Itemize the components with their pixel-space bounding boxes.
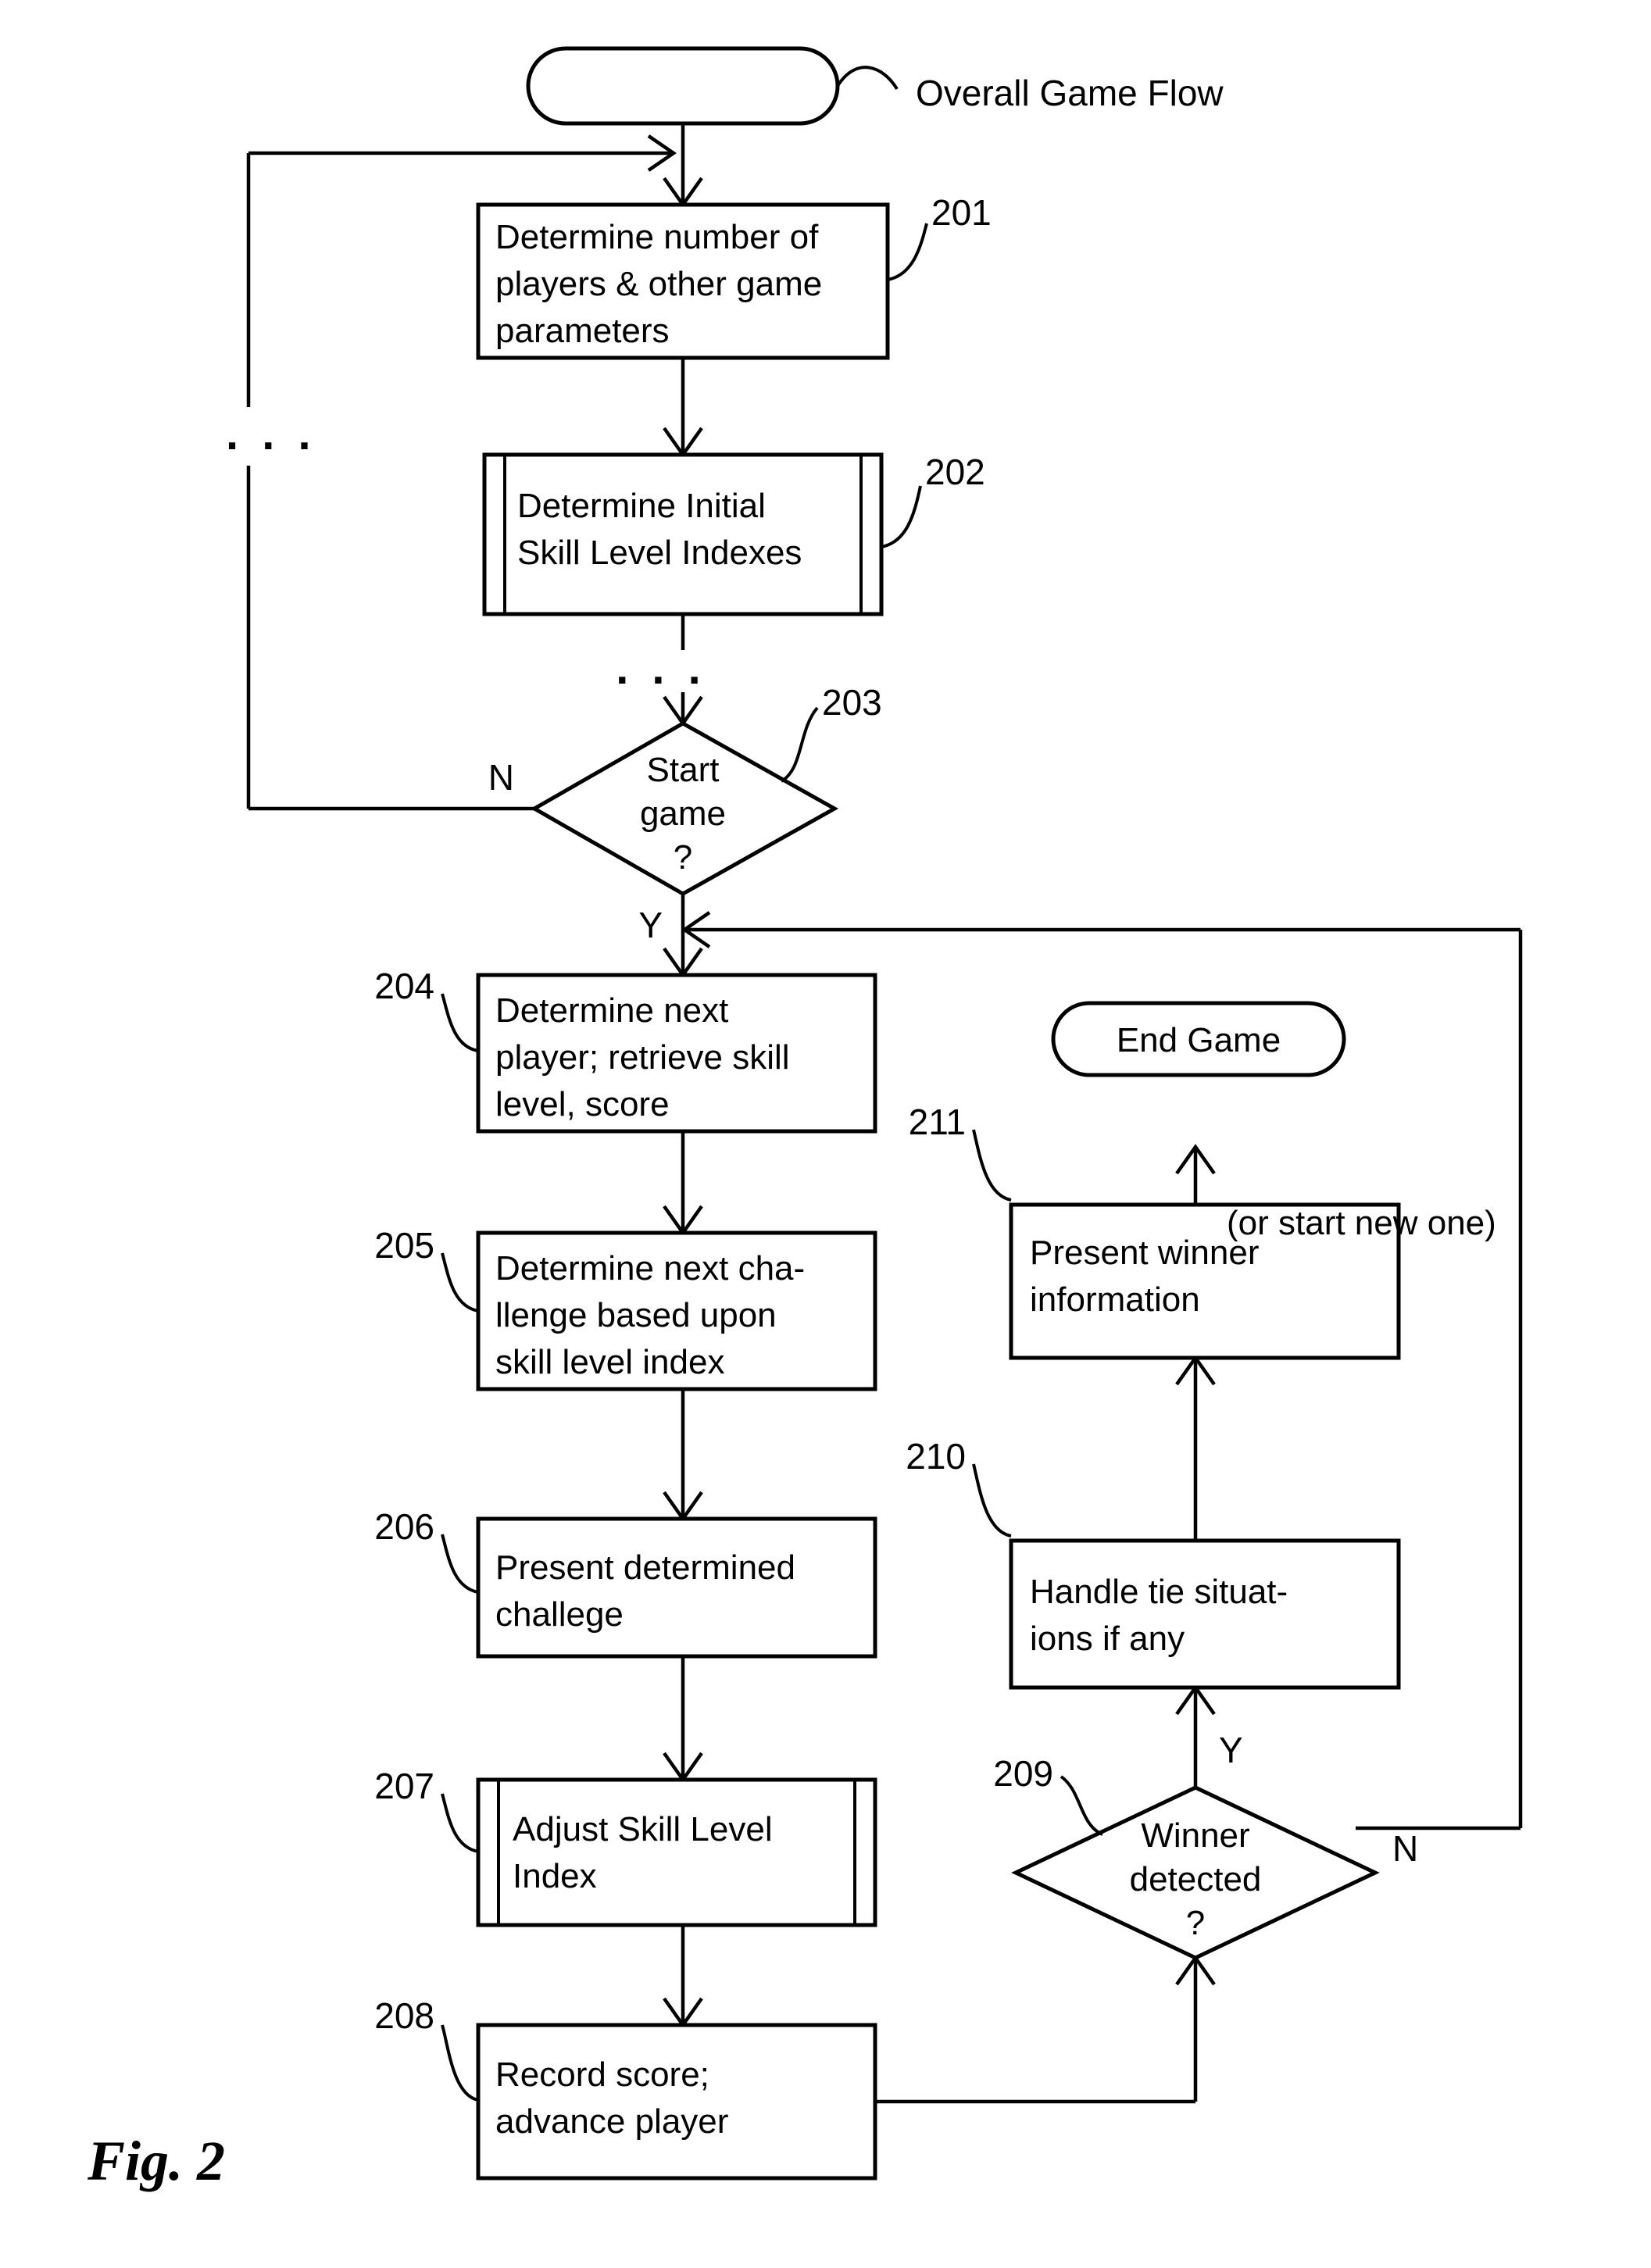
ref-leader-209 (1060, 1775, 1103, 1836)
connector-207-to-208 (663, 1925, 703, 2028)
connector-208-to-209 (875, 1955, 1216, 2104)
step-206-line-1: Present determined (495, 1548, 795, 1587)
step-210-line-1: Handle tie situat- (1030, 1573, 1288, 1611)
ref-leader-206 (441, 1534, 479, 1594)
connector-start-to-201 (663, 123, 703, 208)
decision-209-line-1: Winner (1141, 1816, 1249, 1855)
connector-206-to-207 (663, 1656, 703, 1783)
step-207-line-1: Adjust Skill Level (513, 1810, 773, 1848)
step-205-line-1: Determine next cha- (495, 1249, 805, 1288)
start-terminator (526, 46, 840, 126)
ref-leader-202 (881, 485, 922, 548)
step-207-line-2: Index (513, 1857, 597, 1895)
step-206-present-challenge: Present determined challege (476, 1516, 877, 1659)
ref-leader-203 (780, 706, 819, 783)
decision-209-line-3: ? (1186, 1904, 1205, 1942)
ref-number-204: 204 (374, 966, 434, 1006)
step-211-line-2: information (1030, 1280, 1200, 1319)
ref-number-206: 206 (374, 1506, 434, 1547)
decision-203-no-label: N (488, 757, 514, 798)
ref-leader-205 (441, 1252, 479, 1313)
connector-210-to-211 (1175, 1355, 1216, 1541)
ref-leader-201 (887, 223, 928, 281)
decision-203-yes-label: Y (638, 905, 663, 945)
ref-number-211: 211 (909, 1102, 966, 1142)
ref-number-203: 203 (822, 682, 882, 723)
annotation-or-start-new-one: (or start new one) (1227, 1204, 1496, 1242)
step-206-line-2: challege (495, 1595, 624, 1634)
ref-number-207: 207 (374, 1766, 434, 1806)
ref-leader-204 (441, 993, 479, 1052)
step-208-line-2: advance player (495, 2102, 728, 2141)
step-201-line-2: players & other game (495, 265, 822, 303)
connector-205-to-206 (663, 1389, 703, 1522)
step-205-line-3: skill level index (495, 1343, 724, 1381)
decision-209-line-2: detected (1130, 1860, 1262, 1898)
decision-203-line-1: Start (647, 751, 720, 789)
decision-203-line-2: game (640, 795, 726, 833)
ref-leader-210 (972, 1463, 1012, 1538)
step-208-line-1: Record score; (495, 2055, 709, 2094)
decision-209-winner-detected: Winner detected ? (1011, 1785, 1380, 1960)
step-204-determine-next-player: Determine next player; retrieve skill le… (476, 973, 877, 1134)
ref-number-205: 205 (374, 1225, 434, 1266)
figure-title: Overall Game Flow (916, 73, 1224, 113)
ref-number-209: 209 (993, 1753, 1053, 1794)
step-202-line-2: Skill Level Indexes (517, 534, 802, 572)
step-211-line-1: Present winner (1030, 1234, 1259, 1272)
ellipsis-left: . . . (226, 409, 316, 459)
ref-number-202: 202 (925, 452, 985, 492)
end-terminator-label: End Game (1117, 1021, 1281, 1059)
figure-label: Fig. 2 (87, 2130, 225, 2192)
ellipsis-mid: . . . (616, 643, 706, 694)
step-205-line-2: llenge based upon (495, 1296, 777, 1334)
title-leader-line (836, 66, 899, 91)
ref-number-201: 201 (931, 192, 992, 233)
step-210-handle-tie: Handle tie situat- ions if any (1009, 1538, 1401, 1690)
ref-number-210: 210 (906, 1436, 966, 1477)
step-207-adjust-skill-level: Adjust Skill Level Index (476, 1777, 877, 1927)
decision-209-no-label: N (1392, 1828, 1418, 1869)
ref-leader-207 (441, 1793, 479, 1853)
step-201-line-3: parameters (495, 312, 670, 350)
connector-203-to-204 (663, 894, 703, 978)
step-202-line-1: Determine Initial (517, 487, 766, 525)
ref-leader-208 (441, 2024, 479, 2102)
step-210-line-2: ions if any (1030, 1620, 1185, 1658)
decision-203-start-game: Start game ? (530, 721, 839, 896)
decision-209-yes-label: Y (1219, 1730, 1243, 1770)
step-204-line-3: level, score (495, 1085, 670, 1123)
step-204-line-1: Determine next (495, 991, 728, 1030)
ref-number-208: 208 (374, 1995, 434, 2036)
ref-leader-211 (972, 1129, 1012, 1202)
step-201-determine-players: Determine number of players & other game… (476, 202, 890, 360)
end-terminator: End Game (1051, 1001, 1346, 1077)
figure-2-flowchart: Overall Game Flow . . . Determine number… (0, 0, 1651, 2268)
step-205-determine-challenge: Determine next cha- llenge based upon sk… (476, 1230, 877, 1391)
step-204-line-2: player; retrieve skill (495, 1038, 790, 1077)
step-208-record-score: Record score; advance player (476, 2023, 877, 2180)
step-202-initial-skill-level: Determine Initial Skill Level Indexes (482, 452, 884, 616)
connector-211-to-end (1175, 1144, 1216, 1205)
connector-204-to-205 (663, 1131, 703, 1236)
connector-209-to-210 (1175, 1684, 1216, 1788)
connector-201-to-202 (663, 358, 703, 458)
step-201-line-1: Determine number of (495, 218, 819, 256)
decision-203-line-3: ? (674, 838, 692, 877)
